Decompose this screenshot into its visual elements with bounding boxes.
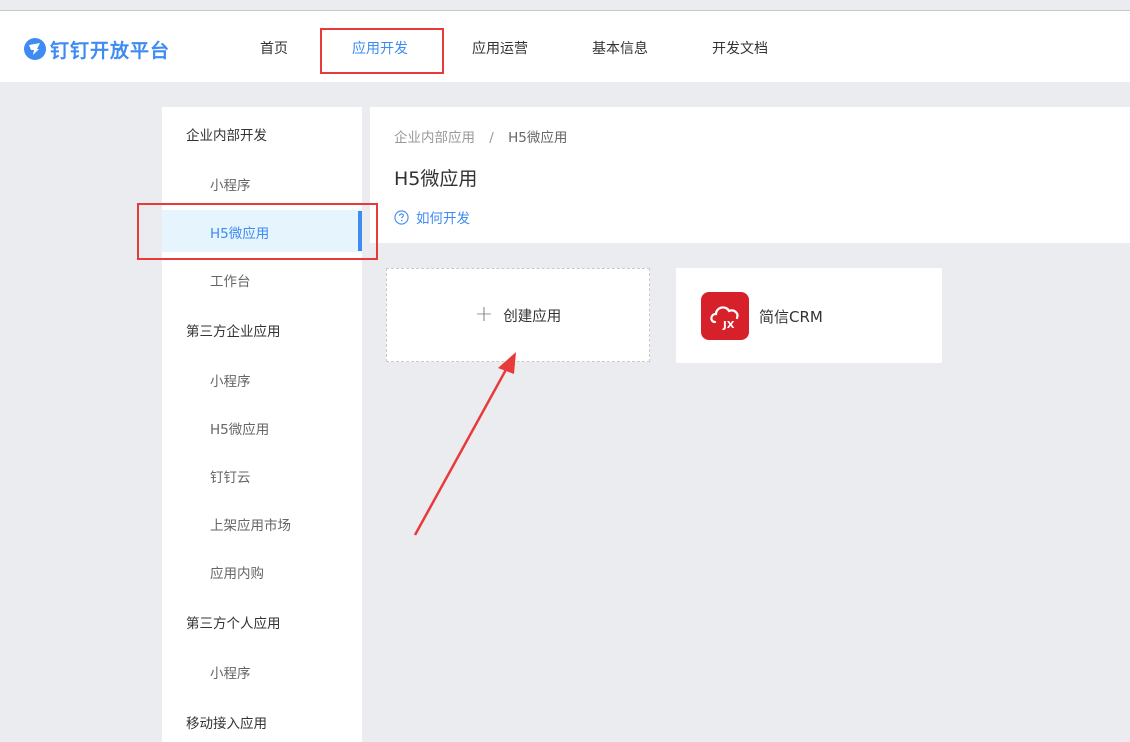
sidebar-group-third-party-personal: 第三方个人应用 — [186, 616, 281, 632]
sidebar-item-internal-miniprogram[interactable]: 小程序 — [210, 174, 251, 194]
sidebar-item-tp-market[interactable]: 上架应用市场 — [210, 514, 291, 534]
question-circle-icon — [394, 209, 409, 225]
sidebar: 企业内部开发 小程序 H5微应用 工作台 第三方企业应用 小程序 H5微应用 钉… — [162, 107, 362, 742]
sidebar-group-third-party-enterprise: 第三方企业应用 — [186, 324, 281, 340]
app-icon-text: JX — [722, 320, 735, 331]
content-header: 企业内部应用 / H5微应用 H5微应用 如何开发 — [370, 107, 1130, 243]
sidebar-item-internal-h5[interactable]: H5微应用 — [210, 222, 269, 242]
sidebar-item-tp-h5[interactable]: H5微应用 — [210, 418, 269, 438]
plus-icon: + — [474, 302, 494, 327]
page-title: H5微应用 — [394, 168, 478, 190]
breadcrumb-separator: / — [489, 130, 494, 146]
logo-text: 钉钉开放平台 — [50, 39, 171, 62]
nav-basic-info[interactable]: 基本信息 — [592, 38, 648, 58]
nav-app-ops[interactable]: 应用运营 — [472, 38, 528, 58]
cloud-jx-icon: JX — [701, 292, 749, 340]
app-name: 简信CRM — [759, 308, 823, 326]
breadcrumb: 企业内部应用 / H5微应用 — [394, 126, 567, 146]
nav-dev-docs[interactable]: 开发文档 — [712, 38, 768, 58]
sidebar-item-tp-cloud[interactable]: 钉钉云 — [210, 466, 251, 486]
dingtalk-logo-icon — [24, 38, 46, 60]
nav-home[interactable]: 首页 — [260, 38, 288, 58]
breadcrumb-current: H5微应用 — [508, 130, 568, 146]
sidebar-group-mobile-access: 移动接入应用 — [186, 716, 267, 732]
sidebar-item-internal-workbench[interactable]: 工作台 — [210, 270, 251, 290]
create-app-label: 创建应用 — [503, 308, 562, 325]
create-app-card[interactable]: + 创建应用 — [386, 268, 650, 362]
sidebar-item-tp-miniprogram[interactable]: 小程序 — [210, 370, 251, 390]
nav-app-dev[interactable]: 应用开发 — [352, 38, 408, 58]
sidebar-item-personal-miniprogram[interactable]: 小程序 — [210, 662, 251, 682]
app-card[interactable]: JX 简信CRM — [676, 268, 942, 363]
how-to-develop-label: 如何开发 — [416, 211, 470, 227]
sidebar-item-tp-iap[interactable]: 应用内购 — [210, 562, 264, 582]
sidebar-group-internal: 企业内部开发 — [186, 128, 267, 144]
sidebar-active-indicator — [358, 211, 362, 251]
logo[interactable]: 钉钉开放平台 — [24, 37, 171, 62]
top-header: 钉钉开放平台 首页 应用开发 应用运营 基本信息 开发文档 — [0, 11, 1130, 82]
how-to-develop-link[interactable]: 如何开发 — [394, 207, 470, 227]
breadcrumb-parent[interactable]: 企业内部应用 — [394, 130, 475, 146]
